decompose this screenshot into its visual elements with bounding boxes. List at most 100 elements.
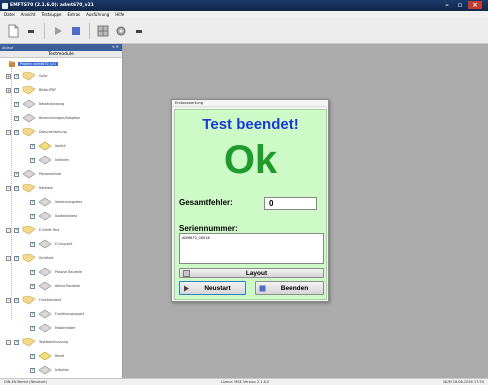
checkbox[interactable] <box>30 143 35 149</box>
dropdown-arrow-icon[interactable] <box>132 24 146 38</box>
test-step-icon <box>38 281 52 291</box>
layout-button[interactable]: Layout <box>179 268 324 278</box>
checkbox[interactable] <box>14 73 19 79</box>
collapse-icon[interactable]: – <box>6 185 11 191</box>
checkbox[interactable] <box>14 339 19 345</box>
stop-icon[interactable] <box>69 24 83 38</box>
test-step-icon <box>38 351 52 361</box>
test-step-icon <box>22 169 36 179</box>
close-button[interactable]: × <box>468 1 482 9</box>
grid-icon[interactable] <box>96 24 110 38</box>
expand-icon[interactable]: + <box>6 73 11 79</box>
tree-item[interactable]: Motortreiber <box>30 323 76 333</box>
panel-column-header: Testmodule <box>0 51 122 58</box>
panel-header-label: Ablauf <box>2 45 14 50</box>
tree-item[interactable]: Aktive Bauteile <box>30 281 80 291</box>
checkbox[interactable] <box>30 311 35 317</box>
tree-item[interactable]: E-Gruppe1 <box>30 239 73 249</box>
collapse-icon[interactable]: – <box>6 227 11 233</box>
tree-item[interactable]: Verbindungstest <box>30 197 82 207</box>
tree-item[interactable]: Passive Bauteile <box>30 267 82 277</box>
test-step-icon <box>22 113 36 123</box>
test-step-icon <box>38 211 52 221</box>
tree-item[interactable]: –Dokumentierung <box>6 127 67 137</box>
checkbox[interactable] <box>14 185 19 191</box>
end-button[interactable]: Beenden <box>255 281 324 295</box>
tree-item[interactable]: –Sichttest <box>6 253 54 263</box>
tree-item[interactable]: Vorteil <box>30 141 66 151</box>
restart-button[interactable]: Neustart <box>179 281 246 295</box>
checkbox[interactable] <box>30 353 35 359</box>
total-errors-field[interactable]: 0 <box>264 197 317 210</box>
minimize-button[interactable]: – <box>442 1 452 9</box>
layout-button-label: Layout <box>245 269 268 277</box>
tree-item[interactable]: +Bilder/PDF <box>6 85 56 95</box>
checkbox[interactable] <box>14 227 19 233</box>
tree-item[interactable]: Bezeichnungen/Adaption <box>14 113 80 123</box>
dialog-title: Endauswertung <box>172 100 328 107</box>
toolbar-separator <box>44 22 45 39</box>
gear-icon[interactable] <box>114 24 128 38</box>
module-book-icon <box>22 85 36 95</box>
tree-item[interactable]: Initialien <box>30 155 69 165</box>
serial-number-field[interactable]: ADM670_00016 <box>179 233 324 264</box>
result-panel: Test beendet! Ok Gesamtfehler: 0 Serienn… <box>174 109 327 300</box>
total-errors-label: Gesamtfehler: <box>179 198 233 207</box>
tree-project[interactable]: Projekt: admt670_v21 <box>8 60 59 68</box>
checkbox[interactable] <box>30 283 35 289</box>
checkbox[interactable] <box>14 171 19 177</box>
collapse-icon[interactable]: – <box>6 255 11 261</box>
tree-item[interactable]: +Suite <box>6 71 47 81</box>
panel-controls[interactable]: ▾ ✕ <box>112 44 119 49</box>
tree-item[interactable]: Personenliste <box>14 169 61 179</box>
module-book-icon <box>22 71 36 81</box>
dropdown-arrow-icon[interactable] <box>24 24 38 38</box>
menu-datei[interactable]: Datei <box>4 12 15 17</box>
checkbox[interactable] <box>14 115 19 121</box>
toolbar <box>0 18 488 44</box>
menu-testsuppe[interactable]: Testsuppe <box>41 12 61 17</box>
tree-item[interactable]: Reset <box>30 351 64 361</box>
test-step-icon <box>38 141 52 151</box>
collapse-icon[interactable]: – <box>6 297 11 303</box>
tree-item[interactable]: Netzanbindung <box>14 99 64 109</box>
window-title: EMFTS70 (2.1.6.0): admt670_v21 <box>10 3 94 8</box>
tree-item[interactable]: Isolationstest <box>30 211 77 221</box>
menu-ausfuehrung[interactable]: Ausführung <box>86 12 109 17</box>
checkbox[interactable] <box>14 87 19 93</box>
tree-item[interactable]: –Netztest <box>6 183 53 193</box>
menu-extras[interactable]: Extras <box>68 12 81 17</box>
checkbox[interactable] <box>14 255 19 261</box>
toolbar-separator <box>89 22 90 39</box>
checkbox[interactable] <box>30 199 35 205</box>
collapse-icon[interactable]: – <box>6 129 11 135</box>
play-icon[interactable] <box>51 24 65 38</box>
menu-ansicht[interactable]: Ansicht <box>21 12 36 17</box>
tree-item[interactable]: Funktionsgruppe1 <box>30 309 85 319</box>
checkbox[interactable] <box>30 241 35 247</box>
checkbox[interactable] <box>14 129 19 135</box>
checkbox[interactable] <box>30 157 35 163</box>
new-document-icon[interactable] <box>6 24 20 38</box>
checkbox[interactable] <box>14 297 19 303</box>
test-step-icon <box>38 323 52 333</box>
module-tree: Projekt: admt670_v21 +Suite +Bilder/PDF … <box>0 58 122 376</box>
checkbox[interactable] <box>30 213 35 219</box>
checkbox[interactable] <box>30 325 35 331</box>
checkbox[interactable] <box>30 269 35 275</box>
expand-icon[interactable]: + <box>6 87 11 93</box>
maximize-button[interactable]: ▫ <box>455 1 465 9</box>
end-button-label: Beenden <box>280 284 309 292</box>
checkbox[interactable] <box>30 367 35 373</box>
title-bar: EMFTS70 (2.1.6.0): admt670_v21 – ▫ × <box>0 0 488 11</box>
collapse-icon[interactable]: – <box>6 339 11 345</box>
tree-item[interactable]: Initialien <box>30 365 69 375</box>
tree-item[interactable]: –E-Gerät Test <box>6 225 59 235</box>
module-book-icon <box>22 183 36 193</box>
checkbox[interactable] <box>14 101 19 107</box>
menu-hilfe[interactable]: Hilfe <box>115 12 124 17</box>
status-bar: DIN-EN Bereit (Neustart) Lizenz: MSE Ver… <box>0 378 488 385</box>
tree-item[interactable]: –Funktionstest <box>6 295 61 305</box>
tree-item[interactable]: –Testabschlussung <box>6 337 68 347</box>
result-text: Ok <box>223 138 278 182</box>
